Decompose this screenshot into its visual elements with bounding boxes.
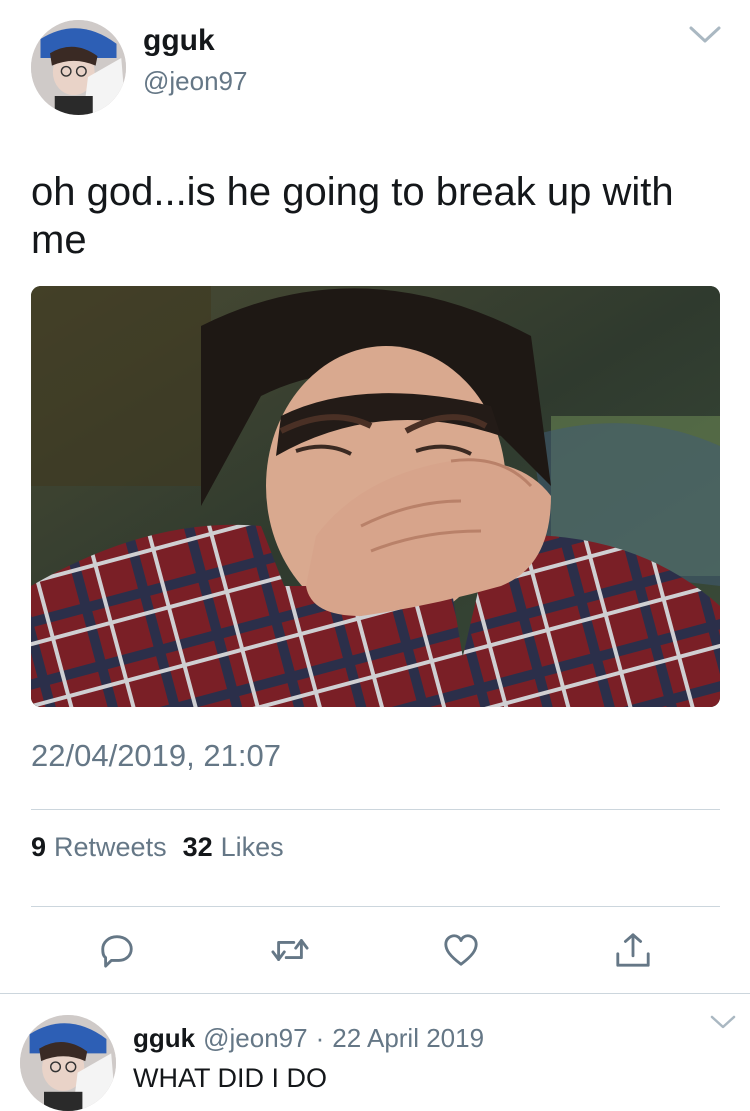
like-button[interactable] xyxy=(439,928,483,972)
tweet-stats: 9 Retweets 32 Likes xyxy=(31,832,284,863)
tweet-separator xyxy=(0,993,750,994)
retweets-stat[interactable]: 9 Retweets xyxy=(31,832,167,863)
chevron-down-icon[interactable] xyxy=(688,24,722,46)
heart-icon xyxy=(444,934,478,966)
retweet-icon xyxy=(271,939,309,961)
reply-display-name[interactable]: gguk xyxy=(133,1023,195,1054)
retweets-count: 9 xyxy=(31,832,47,862)
retweets-label: Retweets xyxy=(54,832,167,862)
tweet-text: oh god...is he going to break up with me xyxy=(31,170,674,262)
reply-separator: · xyxy=(315,1023,325,1053)
avatar-image xyxy=(31,20,126,115)
retweet-button[interactable] xyxy=(268,928,312,972)
reply-button[interactable] xyxy=(95,928,139,972)
reply-icon xyxy=(101,935,133,968)
author-avatar[interactable] xyxy=(31,20,126,115)
avatar-image xyxy=(20,1015,116,1111)
divider xyxy=(31,906,720,907)
reply-handle[interactable]: @jeon97 xyxy=(203,1023,307,1054)
likes-count: 32 xyxy=(182,832,213,862)
divider xyxy=(31,809,720,810)
reply-text: WHAT DID I DO xyxy=(133,1063,327,1093)
author-handle[interactable]: @jeon97 xyxy=(143,66,247,97)
likes-label: Likes xyxy=(220,832,284,862)
reply-header: gguk @jeon97 · 22 April 2019 xyxy=(133,1023,484,1054)
reply-author-avatar[interactable] xyxy=(20,1015,116,1111)
author-display-name[interactable]: gguk xyxy=(143,24,215,58)
likes-stat[interactable]: 32 Likes xyxy=(183,832,284,863)
reply-date[interactable]: 22 April 2019 xyxy=(332,1023,484,1054)
chevron-down-icon[interactable] xyxy=(710,1014,736,1030)
share-button[interactable] xyxy=(611,928,655,972)
tweet-media-image[interactable] xyxy=(31,286,720,707)
share-icon xyxy=(616,933,650,967)
tweet-timestamp[interactable]: 22/04/2019, 21:07 xyxy=(31,738,281,774)
